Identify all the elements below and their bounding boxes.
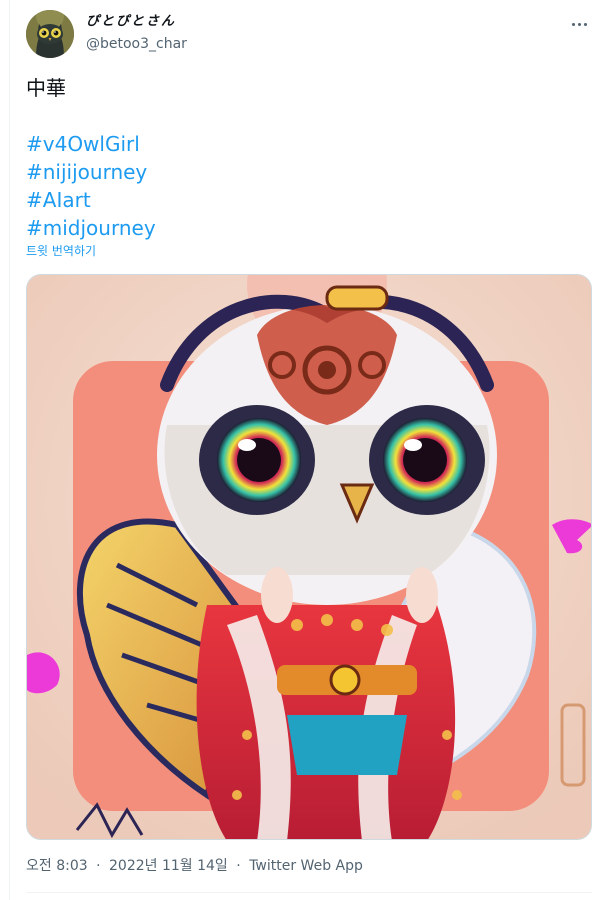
more-horizontal-icon	[571, 22, 575, 26]
tweet-detail: ぴとぴとさん @betoo3_char 中華 #v4OwlGirl #nijij…	[0, 0, 614, 900]
divider	[26, 892, 592, 893]
more-horizontal-icon-dot	[583, 22, 587, 26]
meta-separator: ·	[96, 858, 101, 874]
thread-divider	[9, 0, 10, 900]
tweet-metadata: 오전 8:03 · 2022년 11월 14일 · Twitter Web Ap…	[26, 856, 363, 876]
tweet-source-link[interactable]: Twitter Web App	[249, 858, 363, 874]
hashtag-link[interactable]: #AIart	[26, 186, 91, 214]
tweet-media-image[interactable]	[26, 274, 592, 840]
translate-tweet-link[interactable]: 트윗 번역하기	[26, 242, 96, 260]
user-handle[interactable]: @betoo3_char	[86, 34, 187, 54]
hashtag-link[interactable]: #midjourney	[26, 214, 156, 242]
user-block: ぴとぴとさん @betoo3_char	[86, 12, 187, 54]
owl-illustration	[27, 275, 591, 839]
tweet-header: ぴとぴとさん @betoo3_char	[26, 10, 598, 60]
more-options-button[interactable]	[564, 12, 594, 36]
avatar[interactable]	[26, 10, 74, 58]
display-name[interactable]: ぴとぴとさん	[86, 12, 187, 32]
hashtag-link[interactable]: #v4OwlGirl	[26, 130, 140, 158]
meta-separator: ·	[236, 858, 241, 874]
avatar-owl-image	[26, 10, 74, 58]
hashtag-link[interactable]: #nijijourney	[26, 158, 147, 186]
more-horizontal-icon-dot	[577, 22, 581, 26]
tweet-body: 中華	[26, 76, 66, 100]
tweet-time[interactable]: 오전 8:03	[26, 858, 88, 874]
tweet-date[interactable]: 2022년 11월 14일	[109, 858, 228, 874]
tweet-text: 中華 #v4OwlGirl #nijijourney #AIart #midjo…	[26, 74, 598, 242]
